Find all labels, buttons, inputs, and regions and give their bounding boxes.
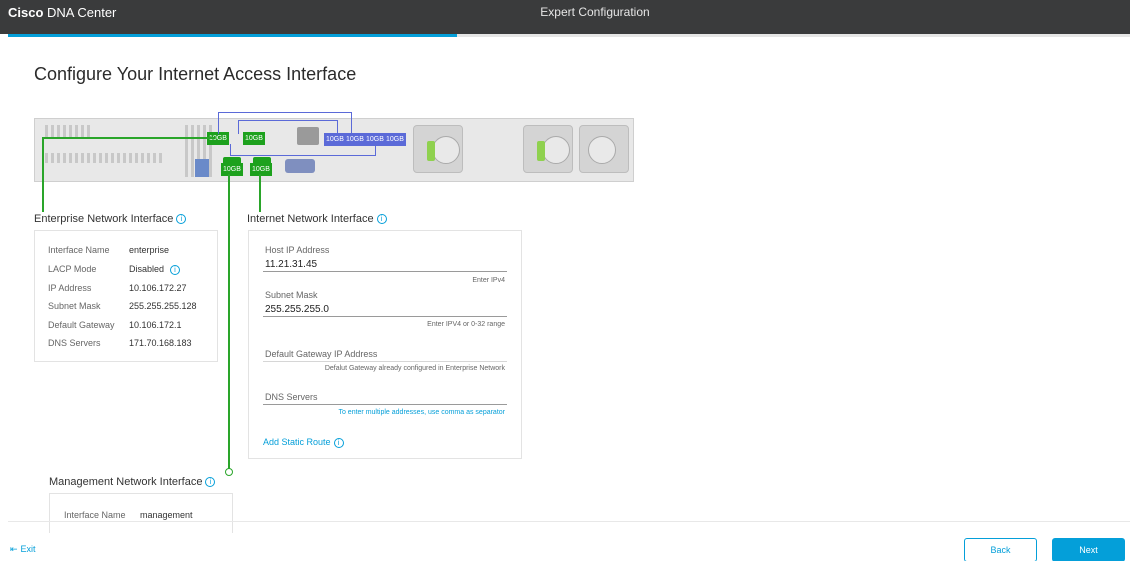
wizard-progress-bar	[8, 34, 1130, 37]
kv-row: Subnet Mask 255.255.255.128	[48, 301, 197, 311]
top-bar: Cisco DNA Center Expert Configuration	[0, 0, 1130, 34]
default-gateway-underline	[263, 361, 507, 362]
window-title: Expert Configuration	[540, 5, 650, 19]
port-link-line	[230, 144, 376, 156]
default-gateway-input[interactable]	[265, 349, 509, 361]
psu-fan	[523, 125, 573, 173]
exit-link[interactable]: ⇤ Exit	[10, 544, 36, 555]
host-ip-help: Enter IPv4	[472, 277, 505, 284]
info-icon[interactable]: i	[170, 264, 181, 275]
kv-row: IP Address 10.106.172.27	[48, 283, 187, 293]
chassis-vent	[45, 125, 91, 137]
dns-servers-input[interactable]	[265, 392, 509, 404]
subnet-mask-help: Enter IPV4 or 0-32 range	[427, 321, 505, 328]
page-title: Configure Your Internet Access Interface	[34, 64, 357, 84]
kv-row: DNS Servers 171.70.168.183	[48, 338, 192, 348]
chassis-vent	[45, 153, 165, 163]
connector-endpoint	[225, 468, 233, 476]
vga-port	[285, 159, 315, 173]
port-10gb: 10GB	[384, 133, 406, 146]
internet-section-title: Internet Network Interface i	[247, 213, 387, 225]
host-ip-underline	[263, 271, 507, 272]
back-button[interactable]: Back	[964, 538, 1037, 561]
exit-icon: ⇤	[10, 545, 18, 555]
management-connector-line	[228, 174, 230, 470]
info-icon[interactable]: i	[205, 477, 216, 488]
subnet-mask-label: Subnet Mask	[265, 290, 318, 300]
info-icon[interactable]: i	[176, 214, 187, 225]
psu-fan	[579, 125, 629, 173]
enterprise-connector-line	[42, 137, 44, 212]
kv-row: Default Gateway 10.106.172.1	[48, 320, 182, 330]
host-ip-label: Host IP Address	[265, 245, 330, 255]
dns-servers-underline	[263, 404, 507, 405]
default-gateway-help: Defalut Gateway already configured in En…	[324, 365, 505, 372]
enterprise-summary-card: Interface Name enterprise LACP Mode Disabl…	[34, 230, 218, 362]
dns-servers-help: To enter multiple addresses, use comma a…	[338, 409, 505, 416]
psu-latch	[427, 141, 435, 161]
info-icon[interactable]: i	[333, 437, 344, 448]
psu-latch	[537, 141, 545, 161]
subnet-mask-input[interactable]: 255.255.255.0	[265, 304, 329, 315]
management-section-title: Management Network Interface i	[49, 476, 216, 488]
kv-row: LACP Mode Disabled i	[48, 264, 181, 275]
port-link-line	[238, 120, 338, 134]
info-icon[interactable]: i	[376, 214, 387, 225]
kv-row: Interface Name enterprise	[48, 245, 170, 255]
internet-form-card: Host IP Address 11.21.31.45 Enter IPv4 S…	[248, 230, 522, 459]
port-10gb-management: 10GB	[221, 163, 243, 176]
kv-row: Interface Name management	[64, 510, 193, 520]
footer-divider	[8, 521, 1130, 522]
psu-fan	[413, 125, 463, 173]
usb-port	[195, 159, 209, 177]
enterprise-connector-line	[42, 137, 214, 139]
subnet-mask-underline	[263, 316, 507, 317]
add-static-route-link[interactable]: Add Static Route i	[263, 437, 344, 448]
host-ip-input[interactable]: 11.21.31.45	[265, 259, 317, 270]
enterprise-section-title: Enterprise Network Interface i	[34, 213, 187, 225]
management-summary-card: Interface Name management	[49, 493, 233, 533]
internet-connector-line	[259, 174, 261, 212]
next-button[interactable]: Next	[1052, 538, 1125, 561]
wizard-progress-fill	[8, 34, 457, 37]
